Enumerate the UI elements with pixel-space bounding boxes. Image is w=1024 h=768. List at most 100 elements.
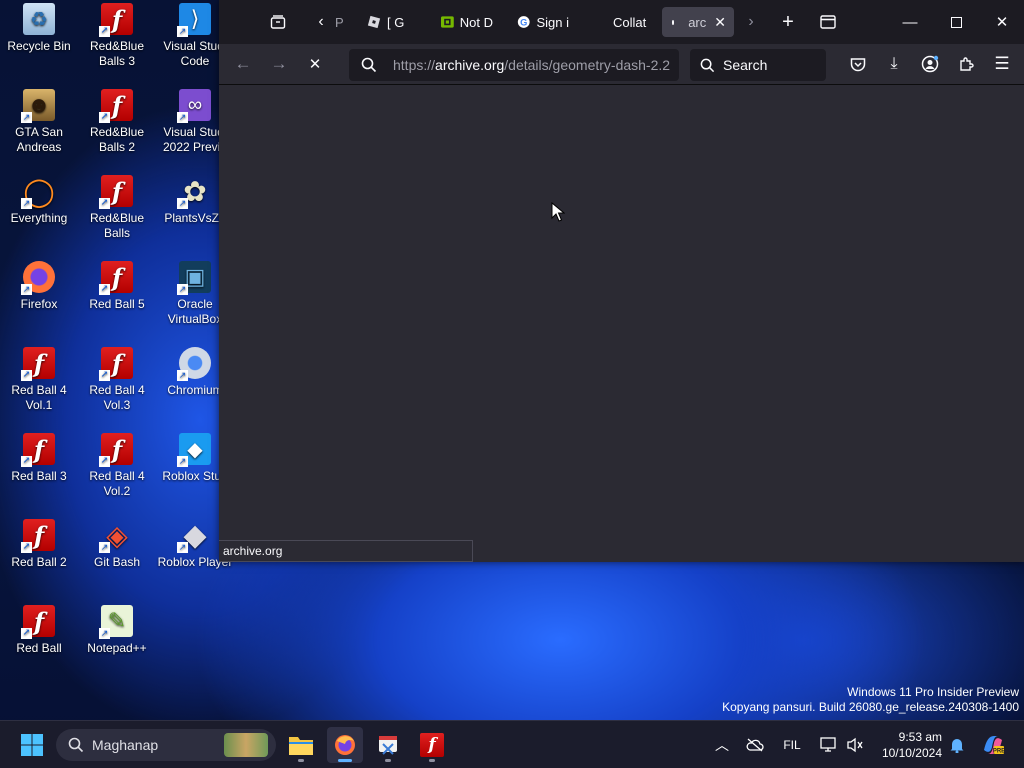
recycle-bin-icon: ♻	[23, 3, 55, 35]
notifications-button[interactable]	[946, 721, 968, 768]
firefox-view-icon	[270, 15, 286, 29]
onedrive-tray[interactable]	[742, 721, 768, 768]
desktop-icon-label: Red Ball 4 Vol.1	[11, 383, 67, 412]
flash-icon: f	[420, 733, 444, 757]
windows-logo-icon	[21, 734, 43, 756]
account-button[interactable]	[915, 49, 945, 79]
show-hidden-icons-button[interactable]: ︿	[710, 721, 734, 768]
folder-icon	[289, 737, 313, 755]
pocket-icon	[850, 57, 866, 71]
desktop-icon-label: Red Ball	[16, 641, 62, 655]
clock[interactable]: 9:53 am 10/10/2024	[882, 729, 942, 761]
desktop-icon-notepad[interactable]: ✎ Notepad++	[78, 605, 156, 656]
desktop-icon-label: Red Ball 5	[89, 297, 145, 311]
new-tab-button[interactable]: +	[774, 8, 802, 36]
copilot-button[interactable]: PRE	[978, 721, 1008, 768]
start-button[interactable]	[14, 727, 50, 763]
desktop-icon-red-blue-balls-2[interactable]: fRed&Blue Balls 2	[78, 89, 156, 155]
download-icon: ⤓	[890, 55, 898, 72]
watermark-build: Kopyang pansuri. Build 26080.ge_release.…	[722, 700, 1019, 714]
nvidia-favicon-icon	[441, 16, 454, 28]
chromium-icon	[177, 347, 211, 381]
firefox-view-button[interactable]	[264, 8, 292, 36]
desktop-icon-label: Red&Blue Balls 2	[89, 125, 145, 154]
network-tray[interactable]	[816, 721, 842, 768]
pocket-button[interactable]	[843, 49, 873, 79]
gta-icon: ☻	[21, 89, 55, 123]
status-panel: archive.org	[219, 540, 473, 562]
input-language-button[interactable]: FIL	[778, 721, 806, 768]
taskbar: Maghanap f ︿ FIL 9:53 am 10/10/2024 PRE	[0, 720, 1024, 768]
dot-favicon-icon	[672, 19, 675, 25]
menu-button[interactable]: ☰	[987, 49, 1017, 79]
mouse-cursor-icon	[551, 202, 565, 222]
tab-6-active[interactable]: arc ✕	[662, 7, 734, 37]
tab-label: Collat	[613, 14, 647, 30]
list-all-tabs-button[interactable]	[814, 8, 842, 36]
forward-button[interactable]: →	[264, 49, 294, 79]
windows-watermark: Windows 11 Pro Insider Preview Kopyang p…	[722, 685, 1019, 715]
running-indicator	[338, 759, 352, 762]
puzzle-icon	[960, 57, 974, 71]
desktop-icon-red-ball-5[interactable]: f Red Ball 5	[78, 261, 156, 312]
desktop-icon-red-ball-4-vol-3[interactable]: fRed Ball 4 Vol.3	[78, 347, 156, 413]
tab-label: arc	[688, 14, 707, 30]
flash-icon: f	[21, 433, 55, 467]
flash-icon: f	[99, 261, 133, 295]
minimize-button[interactable]: —	[887, 0, 933, 44]
desktop-icon-gta-san-andreas[interactable]: ☻GTA San Andreas	[0, 89, 78, 155]
cloud-offline-icon	[746, 738, 764, 752]
desktop-icon-red-ball-4-vol-2[interactable]: fRed Ball 4 Vol.2	[78, 433, 156, 499]
vscode-icon: ⟩	[177, 3, 211, 37]
tab-1[interactable]: P	[327, 7, 355, 37]
tab-4[interactable]: G Sign i	[509, 7, 577, 37]
desktop-icon-red-ball-3[interactable]: f Red Ball 3	[0, 433, 78, 484]
downloads-button[interactable]: ⤓	[879, 49, 909, 79]
firefox-window: ‹ P [ G Not D G Sign i Collat arc ✕ › +	[219, 0, 1024, 562]
desktop-icon-recycle-bin[interactable]: ♻ Recycle Bin	[0, 3, 78, 54]
desktop-icon-red-blue-balls-3[interactable]: fRed&Blue Balls 3	[78, 3, 156, 69]
taskbar-firefox[interactable]	[327, 727, 363, 763]
search-icon	[700, 58, 715, 72]
tab-3[interactable]: Not D	[433, 7, 501, 37]
chevron-up-icon: ︿	[715, 737, 729, 753]
desktop-icon-red-ball-4-vol-1[interactable]: fRed Ball 4 Vol.1	[0, 347, 78, 413]
stop-loading-button[interactable]: ✕	[300, 49, 330, 79]
taskbar-snipping-tool[interactable]	[370, 727, 406, 763]
tab-2[interactable]: [ G	[359, 7, 425, 37]
clock-time: 9:53 am	[898, 730, 942, 744]
extensions-button[interactable]	[951, 49, 981, 79]
search-icon	[361, 57, 377, 73]
desktop-icon-label: Red&Blue Balls 3	[89, 39, 145, 68]
flash-icon: f	[21, 347, 55, 381]
taskbar-flash-player[interactable]: f	[414, 727, 450, 763]
close-window-button[interactable]: ✕	[979, 0, 1024, 44]
taskbar-file-explorer[interactable]	[283, 727, 319, 763]
snipping-tool-icon	[379, 736, 397, 755]
desktop-icon-red-ball[interactable]: f Red Ball	[0, 605, 78, 656]
close-tab-icon[interactable]: ✕	[714, 14, 726, 31]
search-placeholder: Search	[723, 57, 768, 73]
desktop-icon-firefox[interactable]: Firefox	[0, 261, 78, 312]
tab-5[interactable]: Collat	[587, 7, 653, 37]
desktop-icon-label: Notepad++	[87, 641, 147, 655]
desktop-icon-red-ball-2[interactable]: f Red Ball 2	[0, 519, 78, 570]
plants-vs-zombies-icon: ✿	[177, 175, 211, 209]
search-highlight-icon	[224, 733, 268, 757]
taskbar-search-box[interactable]: Maghanap	[56, 729, 276, 761]
network-icon	[820, 737, 836, 752]
maximize-button[interactable]	[933, 0, 979, 44]
search-bar[interactable]: Search	[690, 49, 826, 81]
desktop-icon-everything[interactable]: ◯ Everything	[0, 175, 78, 226]
desktop-icon-git-bash[interactable]: ◈ Git Bash	[78, 519, 156, 570]
scroll-tabs-right-button[interactable]: ›	[737, 8, 765, 36]
running-indicator	[298, 759, 304, 762]
back-button[interactable]: ←	[228, 49, 258, 79]
hamburger-icon: ☰	[994, 54, 1010, 73]
desktop-icon-red-blue-balls[interactable]: fRed&Blue Balls	[78, 175, 156, 241]
account-icon	[921, 55, 939, 73]
url-bar[interactable]: https://archive.org/details/geometry-das…	[349, 49, 679, 81]
desktop-icon-label: Red Ball 4 Vol.3	[89, 383, 145, 412]
navigation-toolbar: ← → ✕ https://archive.org/details/geomet…	[219, 44, 1024, 85]
volume-tray[interactable]	[844, 721, 866, 768]
